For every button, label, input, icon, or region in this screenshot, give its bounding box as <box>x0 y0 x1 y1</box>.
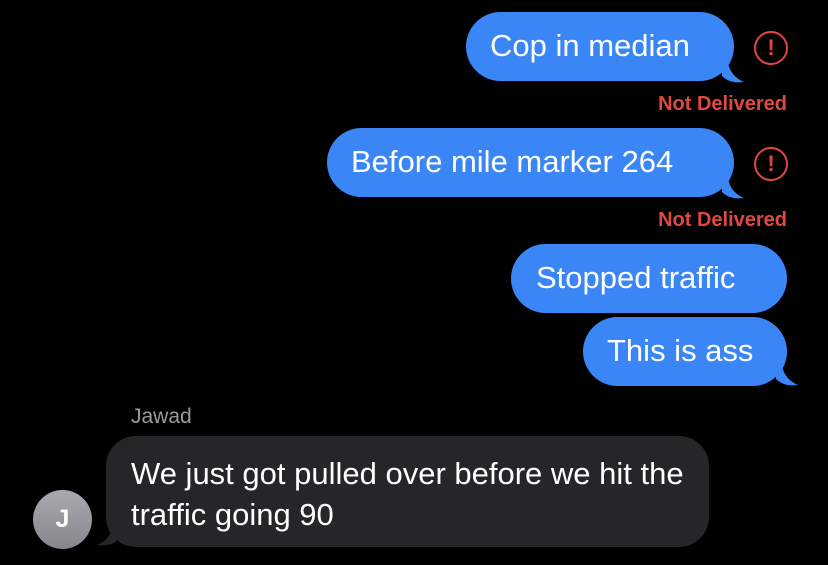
sent-message-bubble[interactable]: Cop in median <box>466 12 734 81</box>
contact-avatar[interactable]: J <box>33 490 92 549</box>
message-text: Cop in median <box>490 28 690 63</box>
bubble-tail <box>722 178 744 199</box>
message-text: Before mile marker 264 <box>351 144 674 179</box>
avatar-initial: J <box>55 505 70 533</box>
sent-message-bubble[interactable]: Stopped traffic <box>511 244 787 313</box>
delivery-status: Not Delivered <box>658 93 787 115</box>
error-alert-icon[interactable]: ! <box>754 31 788 65</box>
sent-message-bubble[interactable]: This is ass <box>583 317 787 386</box>
message-text: We just got pulled over before we hit th… <box>131 456 684 532</box>
message-text: Stopped traffic <box>536 260 736 295</box>
delivery-status: Not Delivered <box>658 209 787 231</box>
message-text: This is ass <box>607 333 754 368</box>
received-message-bubble[interactable]: We just got pulled over before we hit th… <box>106 436 709 547</box>
error-alert-icon[interactable]: ! <box>754 147 788 181</box>
sent-message-bubble[interactable]: Before mile marker 264 <box>327 128 734 197</box>
bubble-tail <box>776 365 798 386</box>
bubble-tail <box>722 62 744 83</box>
message-thread: Cop in median ! Not Delivered Before mil… <box>0 0 828 565</box>
sender-name: Jawad <box>131 405 192 428</box>
